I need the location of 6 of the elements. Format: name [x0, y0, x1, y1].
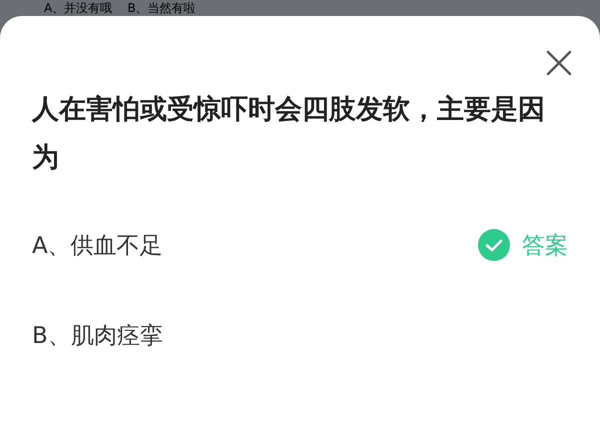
- question-text: 人在害怕或受惊吓时会四肢发软，主要是因为: [32, 93, 546, 175]
- option-label[interactable]: A、供血不足: [32, 230, 163, 260]
- answer-label: 答案: [522, 232, 568, 260]
- option-label[interactable]: B、肌肉痉挛: [32, 320, 163, 350]
- close-icon[interactable]: [546, 50, 572, 76]
- backdrop-text: A、并没有哦 B、当然有啦: [44, 1, 196, 15]
